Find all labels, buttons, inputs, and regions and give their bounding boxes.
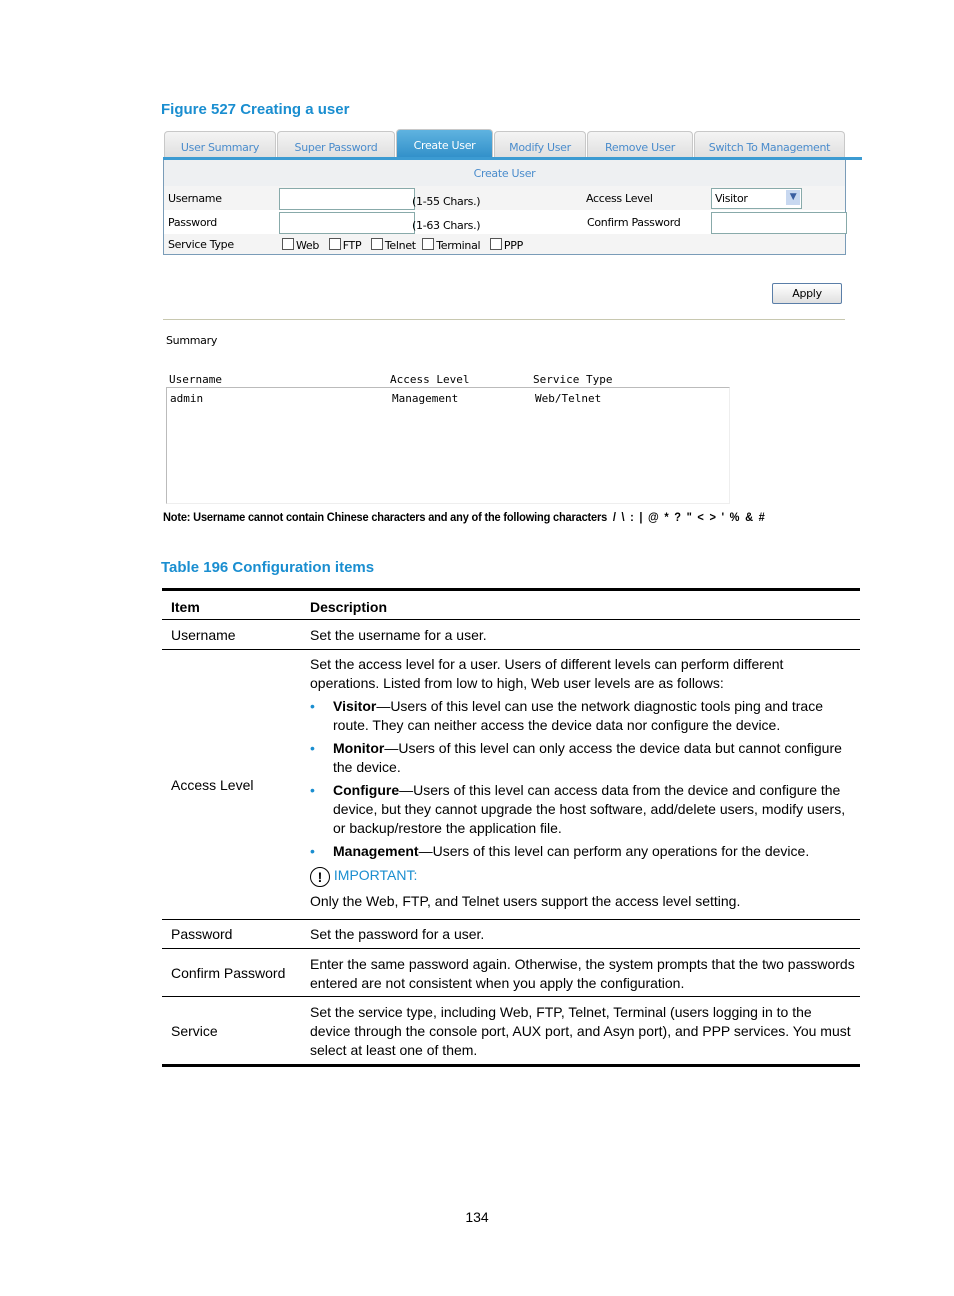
header-item: Item <box>171 599 200 615</box>
apply-button[interactable]: Apply <box>772 283 842 304</box>
service-terminal[interactable]: Terminal <box>422 238 481 252</box>
checkbox-terminal[interactable] <box>422 238 435 250</box>
item-service: Service <box>171 1023 218 1039</box>
page-number: 134 <box>465 1209 489 1225</box>
form-title: Create User <box>164 160 845 186</box>
service-type-label: Service Type <box>168 238 234 251</box>
checkbox-telnet[interactable] <box>370 238 383 250</box>
tab-switch-to-management[interactable]: Switch To Management <box>694 131 845 159</box>
summary-col-access-level: Access Level <box>390 373 470 386</box>
header-description: Description <box>310 599 388 615</box>
desc-access-level: Set the access level for a user. Users o… <box>310 655 855 911</box>
note-text: Note: Username cannot contain Chinese ch… <box>163 510 765 524</box>
chevron-down-icon[interactable]: ▼ <box>786 190 800 205</box>
checkbox-ppp[interactable] <box>489 238 502 250</box>
username-hint: (1-55 Chars.) <box>412 195 481 208</box>
divider <box>163 319 845 320</box>
table-caption: Table 196 Configuration items <box>161 559 375 576</box>
confirm-password-input[interactable] <box>711 212 847 234</box>
summary-title: Summary <box>166 334 218 347</box>
service-type-options: Web FTP Telnet Terminal PPP <box>282 238 523 252</box>
desc-service: Set the service type, including Web, FTP… <box>310 1004 851 1058</box>
password-hint: (1-63 Chars.) <box>412 219 481 232</box>
summary-list[interactable]: admin Management Web/Telnet <box>166 387 730 504</box>
desc-confirm-password: Enter the same password again. Otherwise… <box>310 956 855 991</box>
item-access-level: Access Level <box>171 777 254 793</box>
desc-password: Set the password for a user. <box>310 926 485 942</box>
username-label: Username <box>168 192 222 205</box>
username-input[interactable] <box>279 188 415 210</box>
item-username: Username <box>171 627 236 643</box>
summary-col-username: Username <box>169 373 222 386</box>
tab-user-summary[interactable]: User Summary <box>164 131 276 159</box>
figure-caption: Figure 527 Creating a user <box>161 101 350 118</box>
list-item[interactable]: admin Management Web/Telnet <box>167 388 729 406</box>
item-confirm-password: Confirm Password <box>171 965 286 981</box>
summary-col-service-type: Service Type <box>533 373 613 386</box>
exclamation-icon: ! <box>310 867 330 887</box>
password-input[interactable] <box>279 212 415 234</box>
service-web[interactable]: Web <box>282 238 319 252</box>
important-text: Only the Web, FTP, and Telnet users supp… <box>310 893 741 909</box>
bullet-monitor: Monitor—Users of this level can only acc… <box>310 739 855 777</box>
confirm-password-label: Confirm Password <box>587 216 681 229</box>
service-telnet[interactable]: Telnet <box>370 238 416 252</box>
access-level-label: Access Level <box>586 192 653 205</box>
access-level-value: Visitor <box>715 192 748 205</box>
tab-super-password[interactable]: Super Password <box>277 131 395 159</box>
important-notice: ! IMPORTANT: <box>310 866 855 887</box>
password-label: Password <box>168 216 217 229</box>
document-page: Figure 527 Creating a user User Summary … <box>0 0 954 1296</box>
bullet-configure: Configure—Users of this level can access… <box>310 781 855 838</box>
tab-remove-user[interactable]: Remove User <box>587 131 693 159</box>
tab-modify-user[interactable]: Modify User <box>494 131 586 159</box>
desc-username: Set the username for a user. <box>310 627 487 643</box>
checkbox-web[interactable] <box>282 238 294 250</box>
service-ftp[interactable]: FTP <box>328 238 362 252</box>
checkbox-ftp[interactable] <box>328 238 341 250</box>
create-user-form: Create User Username (1-55 Chars.) Acces… <box>163 160 847 255</box>
bullet-management: Management—Users of this level can perfo… <box>310 842 855 861</box>
tab-create-user[interactable]: Create User <box>396 129 493 159</box>
item-password: Password <box>171 926 233 942</box>
service-ppp[interactable]: PPP <box>489 238 523 252</box>
access-level-select[interactable]: Visitor ▼ <box>711 188 802 209</box>
bullet-visitor: Visitor—Users of this level can use the … <box>310 697 855 735</box>
